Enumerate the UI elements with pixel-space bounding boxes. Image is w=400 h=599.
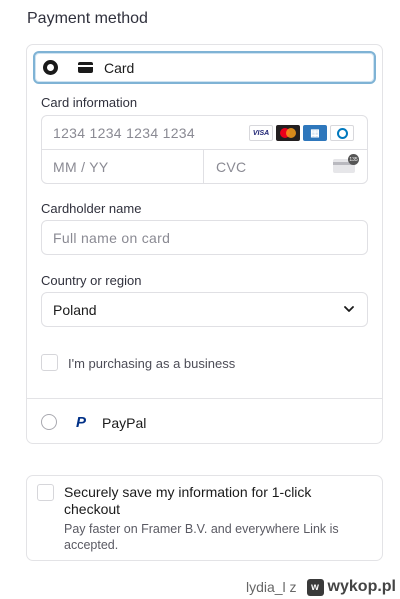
paypal-radio[interactable] [41,414,57,430]
save-info-description: Pay faster on Framer B.V. and everywhere… [64,522,339,552]
card-option[interactable]: Card [33,51,376,84]
cardholder-name-field[interactable]: Full name on card [41,220,368,255]
card-number-placeholder: 1234 1234 1234 1234 [53,125,195,141]
cvc-placeholder: CVC [216,159,247,175]
card-radio-selected[interactable] [43,60,58,75]
card-brands: VISA ▦ [249,125,354,141]
watermark-brand: wykop.pl [327,578,396,595]
chevron-down-icon [344,306,354,312]
country-select[interactable]: Poland [41,292,368,327]
divider [27,398,382,399]
amex-icon: ▦ [303,125,327,141]
country-label: Country or region [41,273,142,288]
cvc-badge: 135 [348,154,359,165]
card-number-field[interactable]: 1234 1234 1234 1234 VISA ▦ [42,116,367,150]
watermark: lydia_l z w wykop.pl [246,578,396,596]
expiry-field[interactable]: MM / YY [42,150,204,184]
business-label: I'm purchasing as a business [68,356,236,371]
card-information-group: 1234 1234 1234 1234 VISA ▦ MM / YY CVC 1… [41,115,368,184]
cvc-card-icon: 135 [333,154,359,173]
diners-icon [330,125,354,141]
cardholder-name-placeholder: Full name on card [53,230,171,246]
country-value: Poland [53,302,97,318]
save-info-title: Securely save my information for 1-click… [64,484,312,517]
watermark-user: lydia_l z [245,579,297,595]
mastercard-icon [276,125,300,141]
cvc-field[interactable]: CVC 135 [204,150,368,184]
expiry-placeholder: MM / YY [53,159,109,175]
card-information-label: Card information [41,95,138,110]
cardholder-name-label: Cardholder name [41,201,142,216]
business-checkbox[interactable] [41,354,58,371]
wykop-logo-icon: w [306,578,324,596]
visa-icon: VISA [249,125,273,141]
paypal-option-label[interactable]: PayPal [102,415,146,431]
payment-method-title: Payment method [27,10,148,27]
save-info-checkbox[interactable] [37,484,54,501]
credit-card-icon [78,62,93,73]
paypal-icon: P [76,414,87,431]
card-option-label: Card [104,59,135,76]
